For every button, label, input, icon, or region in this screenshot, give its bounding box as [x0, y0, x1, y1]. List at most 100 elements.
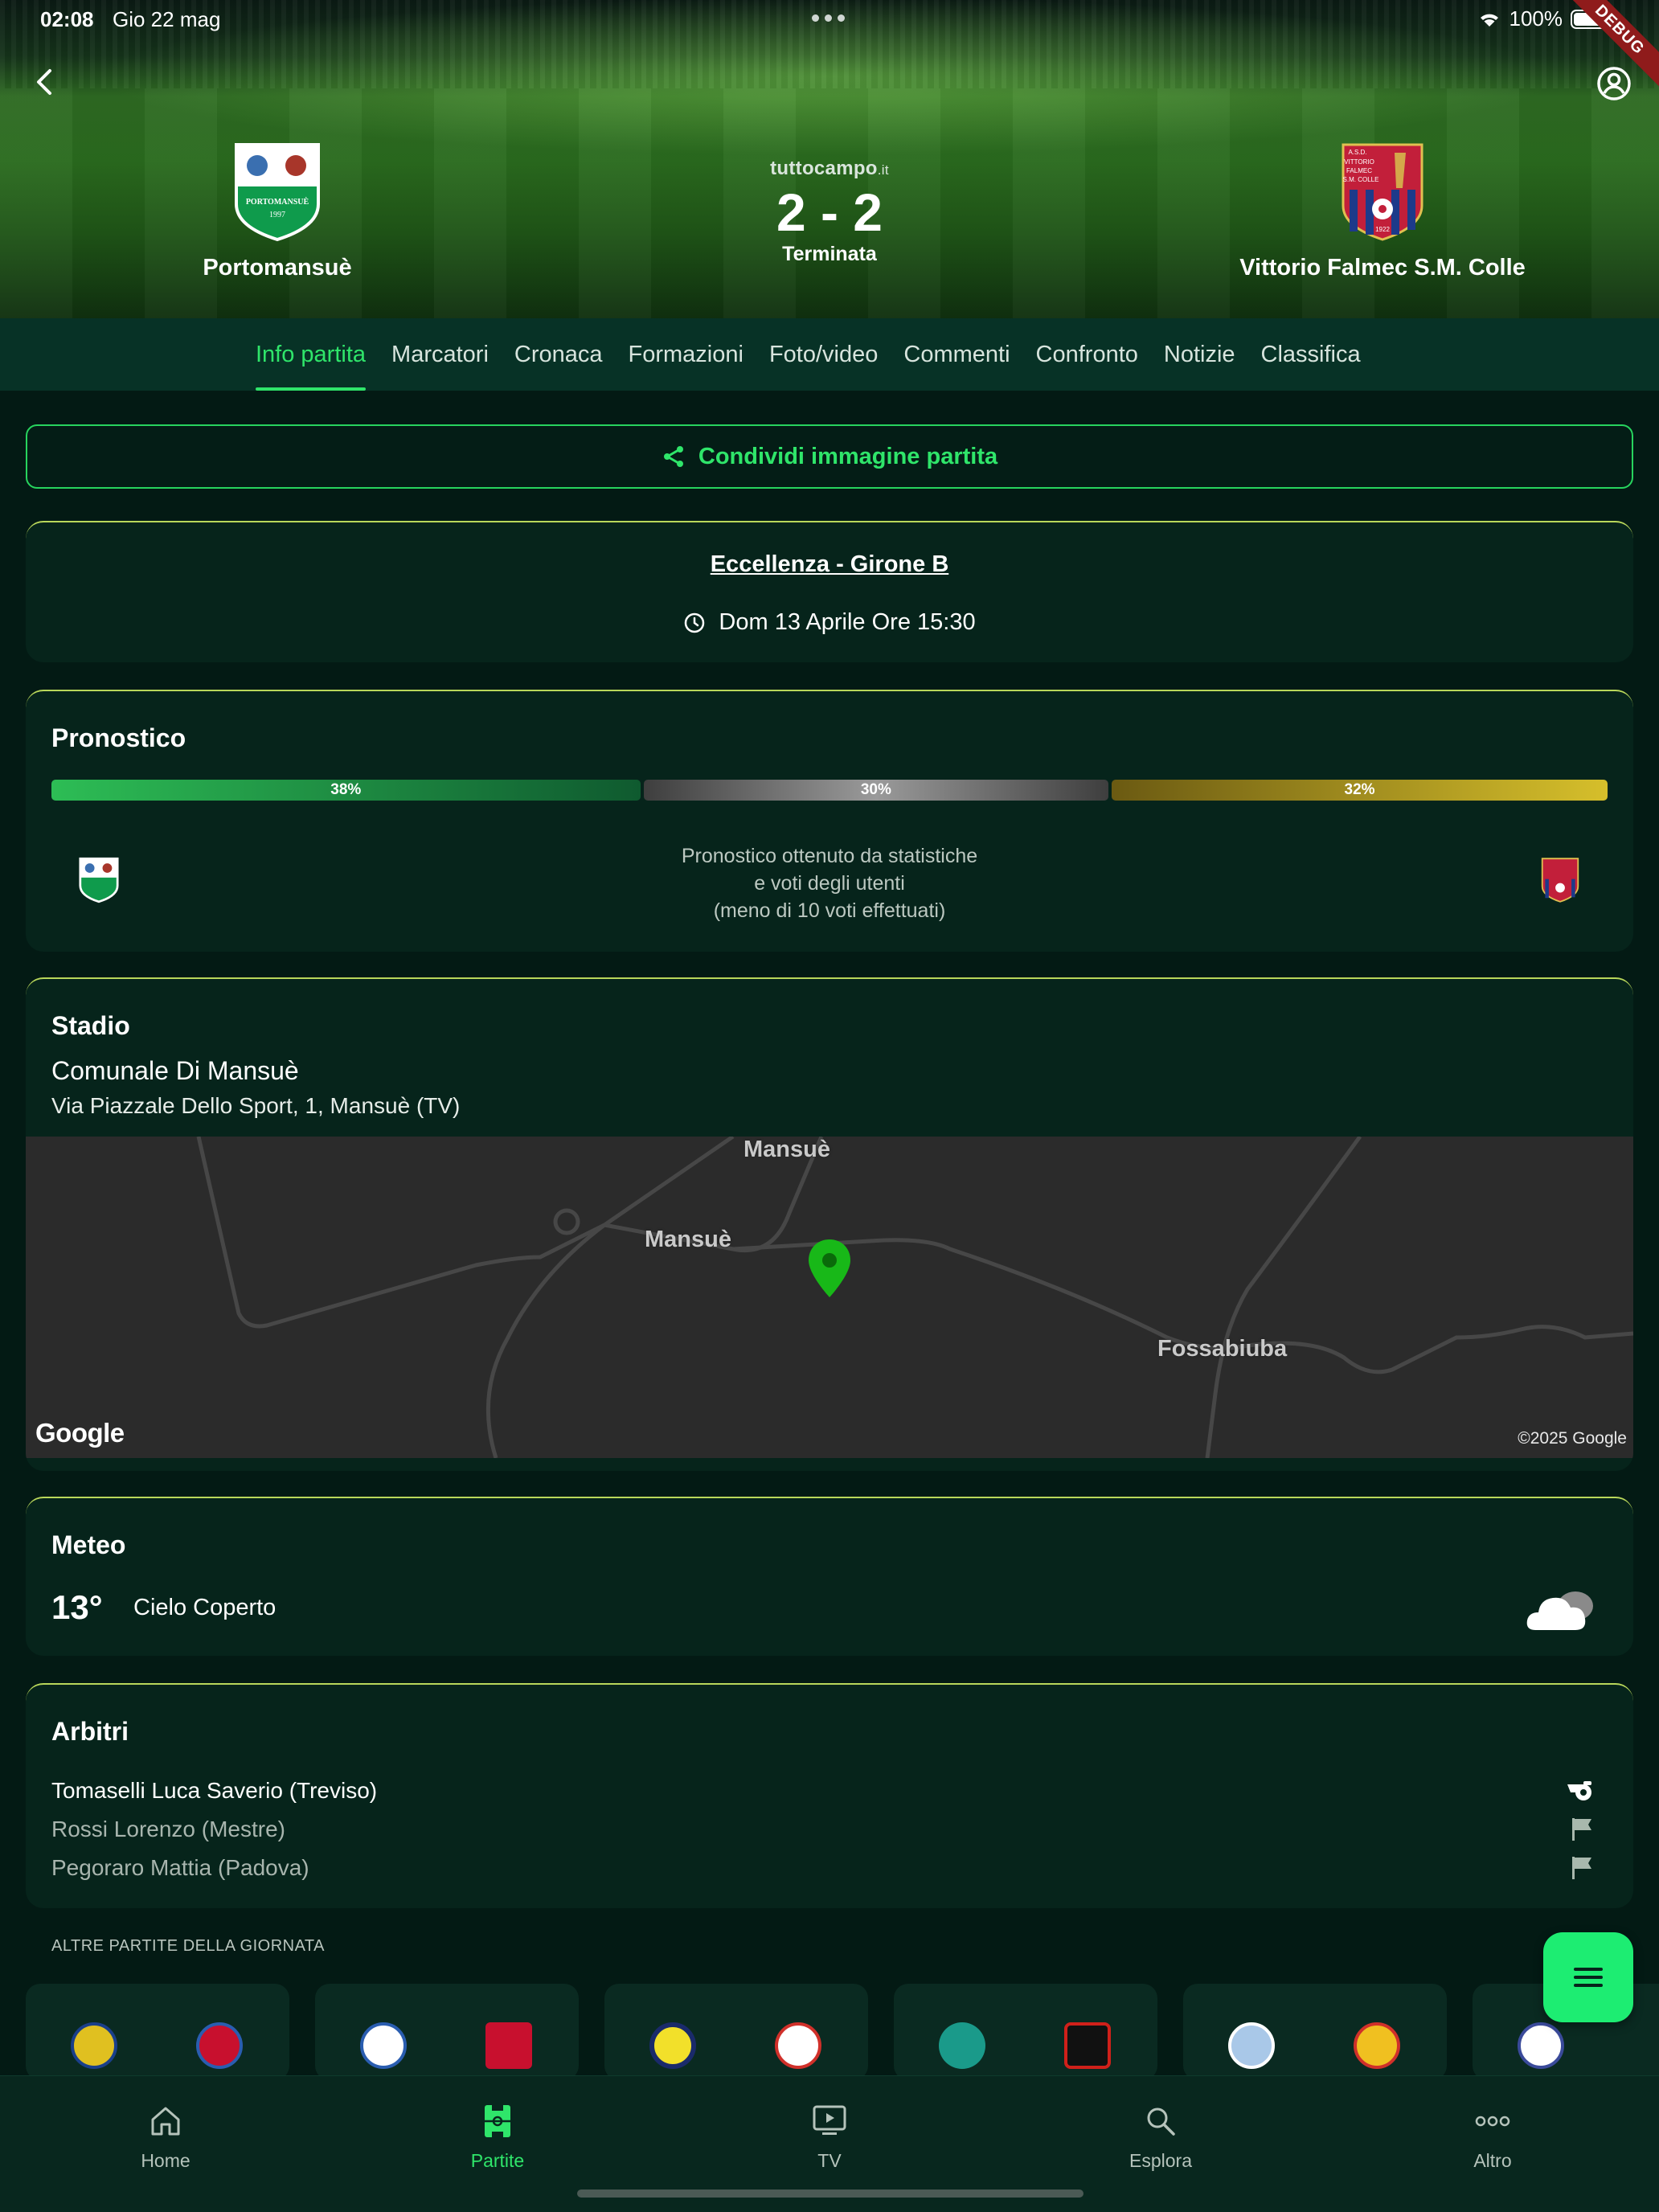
match-datetime-text: Dom 13 Aprile Ore 15:30 [719, 609, 976, 635]
away-team[interactable]: A.S.D. VITTORIO FALMEC S.M. COLLE 1922 V… [1206, 141, 1559, 281]
status-time: 02:08 [40, 7, 94, 31]
whistle-icon [1567, 1781, 1591, 1800]
referees-title: Arbitri [51, 1717, 129, 1746]
home-team-logo: PORTOMANSUÈ 1997 [235, 143, 320, 242]
svg-text:S.M. COLLE: S.M. COLLE [1343, 176, 1379, 183]
team-logo [649, 2022, 696, 2069]
referee-main: Tomaselli Luca Saverio (Treviso) [51, 1778, 378, 1803]
scoreboard: tuttocampo.it 2 - 2 Terminata [709, 158, 950, 266]
tab-cronaca[interactable]: Cronaca [514, 318, 603, 391]
other-match-card[interactable] [894, 1984, 1157, 2080]
share-match-image-button[interactable]: Condividi immagine partita [26, 424, 1633, 489]
team-logo [485, 2022, 532, 2069]
map-label-fossabiuba: Fossabiuba [1157, 1336, 1288, 1362]
prediction-away-logo[interactable] [1540, 857, 1580, 903]
cloud-icon [1526, 1591, 1593, 1630]
back-arrow-icon[interactable] [31, 68, 59, 96]
away-team-logo: A.S.D. VITTORIO FALMEC S.M. COLLE 1922 [1342, 143, 1423, 241]
profile-icon[interactable] [1596, 66, 1632, 101]
match-score: 2 - 2 [776, 182, 883, 242]
share-button-label: Condividi immagine partita [698, 443, 998, 469]
nav-altro[interactable]: Altro [1412, 2100, 1573, 2172]
prediction-bar: 38% 30% 32% [51, 780, 1608, 801]
other-match-card[interactable] [1183, 1984, 1447, 2080]
multitasking-dots-icon[interactable] [812, 14, 845, 22]
weather-description: Cielo Coperto [133, 1595, 276, 1620]
nav-tv[interactable]: TV [749, 2100, 910, 2172]
team-logo [939, 2022, 985, 2069]
prediction-title: Pronostico [51, 723, 186, 752]
tab-classifica[interactable]: Classifica [1261, 318, 1361, 391]
stadium-name: Comunale Di Mansuè [51, 1056, 299, 1085]
menu-icon [1574, 1968, 1603, 1987]
team-logo [360, 2022, 407, 2069]
clock-icon [685, 612, 705, 633]
league-card: Eccellenza - Girone B Dom 13 Aprile Ore … [26, 521, 1633, 662]
search-icon [1147, 2108, 1175, 2136]
status-date: Gio 22 mag [113, 7, 221, 31]
menu-fab-button[interactable] [1543, 1932, 1633, 2022]
prediction-note: Pronostico ottenuto da statistiche e vot… [681, 845, 978, 922]
map-copyright: ©2025 Google [1518, 1429, 1627, 1448]
team-logo [1518, 2022, 1564, 2069]
weather-title: Meteo [51, 1530, 126, 1559]
pitch-icon [485, 2105, 510, 2137]
other-match-card[interactable] [604, 1984, 868, 2080]
flag-icon [1572, 1857, 1591, 1879]
tab-marcatori[interactable]: Marcatori [391, 318, 489, 391]
league-link[interactable]: Eccellenza - Girone B [26, 551, 1633, 578]
map-label-mansue-1: Mansuè [743, 1137, 830, 1162]
svg-text:FALMEC: FALMEC [1346, 167, 1372, 174]
share-icon [663, 446, 683, 467]
referee-assistant-2: Pegoraro Mattia (Padova) [51, 1855, 309, 1880]
flag-icon [1572, 1818, 1591, 1841]
svg-text:A.S.D.: A.S.D. [1348, 149, 1366, 156]
svg-text:VITTORIO: VITTORIO [1344, 158, 1374, 166]
battery-percent: 100% [1509, 6, 1563, 31]
prediction-draw-bar: 30% [643, 780, 1109, 801]
referee-assistant-1: Rossi Lorenzo (Mestre) [51, 1817, 285, 1841]
home-team[interactable]: PORTOMANSUÈ 1997 Portomansuè [177, 141, 378, 281]
team-logo [71, 2022, 117, 2069]
away-team-name: Vittorio Falmec S.M. Colle [1239, 255, 1526, 281]
map-pin-icon[interactable] [807, 1238, 852, 1299]
tab-bar: Info partita Marcatori Cronaca Formazion… [0, 318, 1659, 391]
other-matches-title: ALTRE PARTITE DELLA GIORNATA [51, 1937, 326, 1955]
team-logo [1228, 2022, 1275, 2069]
match-status: Terminata [782, 243, 877, 265]
prediction-away-bar: 32% [1112, 780, 1608, 801]
home-indicator[interactable] [577, 2189, 1083, 2198]
weather-card: Meteo 13° Cielo Coperto [26, 1497, 1633, 1656]
stadium-title: Stadio [51, 1011, 130, 1040]
other-match-card[interactable] [26, 1984, 289, 2080]
tab-formazioni[interactable]: Formazioni [629, 318, 743, 391]
prediction-home-bar: 38% [51, 780, 641, 801]
team-logo [1064, 2022, 1111, 2069]
google-logo: Google [35, 1418, 125, 1448]
match-header: 02:08 Gio 22 mag 100% DEBUG PORTOMANSUÈ … [0, 0, 1659, 318]
referees-card: Arbitri Tomaselli Luca Saverio (Treviso)… [26, 1683, 1633, 1908]
status-bar: 02:08 Gio 22 mag 100% DEBUG [0, 0, 1659, 92]
weather-temperature: 13° [51, 1588, 103, 1626]
other-match-card[interactable] [315, 1984, 579, 2080]
svg-text:1997: 1997 [269, 211, 285, 219]
tab-foto-video[interactable]: Foto/video [769, 318, 878, 391]
nav-partite[interactable]: Partite [417, 2100, 578, 2172]
tab-notizie[interactable]: Notizie [1164, 318, 1235, 391]
home-team-name: Portomansuè [203, 255, 352, 281]
tab-confronto[interactable]: Confronto [1036, 318, 1138, 391]
nav-home[interactable]: Home [85, 2100, 246, 2172]
more-icon [1475, 2116, 1510, 2127]
wifi-icon [1480, 14, 1498, 27]
team-logo [196, 2022, 243, 2069]
stadium-map[interactable]: Mansuè Mansuè Fossabiuba Google ©2025 Go… [26, 1137, 1633, 1458]
tab-info-partita[interactable]: Info partita [256, 318, 367, 391]
match-datetime: Dom 13 Aprile Ore 15:30 [26, 609, 1633, 636]
prediction-card: Pronostico 38% 30% 32% Pronostico ottenu… [26, 690, 1633, 952]
tv-icon [813, 2105, 846, 2135]
stadium-card: Stadio Comunale Di Mansuè Via Piazzale D… [26, 977, 1633, 1471]
home-icon [151, 2107, 180, 2136]
team-logo [775, 2022, 821, 2069]
nav-esplora[interactable]: Esplora [1080, 2100, 1241, 2172]
tab-commenti[interactable]: Commenti [903, 318, 1010, 391]
